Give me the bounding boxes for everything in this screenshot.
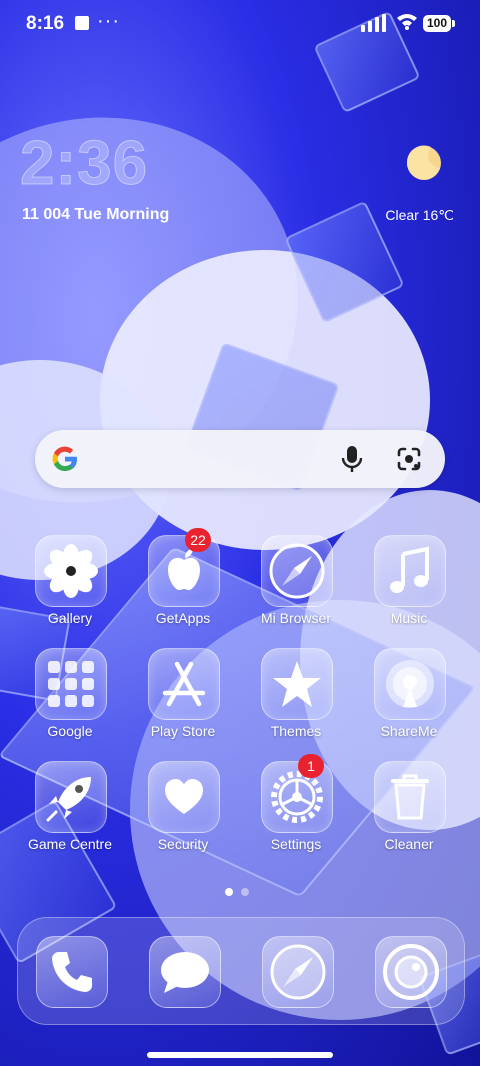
music-note-icon [374, 535, 446, 607]
app-cleaner[interactable]: Cleaner [354, 761, 464, 866]
app-label: Themes [270, 723, 322, 739]
page-dot-2[interactable] [241, 888, 249, 896]
app-settings[interactable]: 1 Settings [241, 754, 351, 866]
app-gallery[interactable]: Gallery [15, 535, 125, 640]
page-indicator[interactable] [225, 883, 257, 901]
camera-icon[interactable] [375, 936, 447, 1008]
status-bar: 8:16 ··· 100 [0, 0, 480, 46]
app-label: Security [157, 836, 209, 852]
app-label: Gallery [47, 610, 93, 626]
moon-icon [406, 145, 441, 180]
app-google-folder[interactable]: Google [15, 648, 125, 753]
share-icon [374, 648, 446, 720]
app-play-store[interactable]: Play Store [128, 648, 238, 753]
app-label: ShareMe [380, 723, 438, 739]
battery-level: 100 [423, 15, 451, 32]
app-security[interactable]: Security [128, 761, 238, 866]
app-music[interactable]: Music [354, 535, 464, 640]
app-mi-browser[interactable]: Mi Browser [241, 535, 351, 640]
home-indicator[interactable] [147, 1052, 333, 1058]
app-shareme[interactable]: ShareMe [354, 648, 464, 753]
page-dot-1[interactable] [225, 888, 233, 896]
google-folder-icon [35, 648, 107, 720]
camera-lens-icon[interactable] [396, 446, 422, 472]
app-label: Play Store [150, 723, 216, 739]
app-label: Settings [270, 836, 322, 852]
mic-icon[interactable] [340, 445, 364, 473]
app-game-centre[interactable]: Game Centre [15, 761, 125, 866]
notification-badge: 1 [298, 754, 324, 778]
app-getapps[interactable]: 22 GetApps [128, 528, 238, 640]
compass-icon [261, 535, 333, 607]
app-label: Google [47, 723, 93, 739]
google-g-icon [52, 446, 77, 472]
app-label: Music [390, 610, 428, 626]
google-search-bar[interactable] [35, 430, 445, 488]
app-label: GetApps [155, 610, 211, 626]
phone-icon[interactable] [36, 936, 108, 1008]
wifi-icon [397, 14, 417, 30]
gear-icon: 1 [261, 754, 333, 833]
app-themes[interactable]: Themes [241, 648, 351, 753]
status-time: 8:16 [26, 13, 65, 34]
message-icon[interactable] [149, 936, 221, 1008]
battery-tip [452, 20, 455, 27]
widget-date: 11 004 Tue Morning [22, 206, 170, 223]
app-label: Mi Browser [260, 610, 331, 626]
app-store-icon [148, 648, 220, 720]
signal-icon [361, 14, 386, 32]
app-label: Cleaner [384, 836, 434, 852]
rocket-icon [35, 761, 107, 833]
more-notifications-icon: ··· [97, 10, 120, 32]
flower-icon [35, 535, 107, 607]
apple-icon: 22 [148, 528, 220, 607]
app-label: Game Centre [27, 836, 113, 852]
weather-text: Clear 16℃ [385, 207, 454, 223]
dock [17, 917, 465, 1025]
star-icon [261, 648, 333, 720]
widget-clock: 2:36 [19, 129, 149, 199]
compass-icon[interactable] [262, 936, 334, 1008]
heart-icon [148, 761, 220, 833]
notification-icon [75, 16, 89, 30]
trash-icon [374, 761, 446, 833]
notification-badge: 22 [185, 528, 211, 552]
